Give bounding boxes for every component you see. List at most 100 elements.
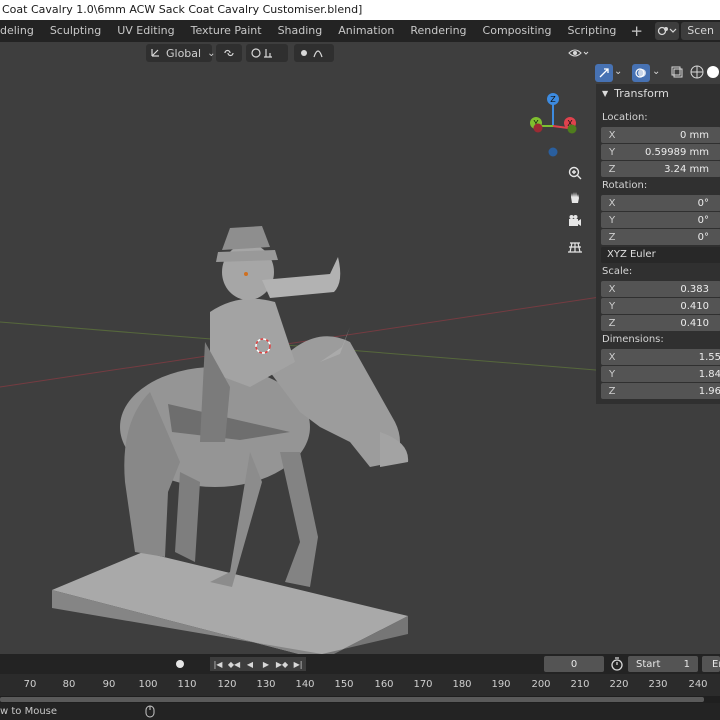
snap-button[interactable] (246, 44, 288, 62)
workspace-bar: deling Sculpting UV Editing Texture Pain… (0, 20, 720, 42)
jump-to-start-icon[interactable]: |◀ (210, 657, 226, 671)
frame-tick: 210 (570, 679, 590, 690)
proportional-edit-button[interactable] (294, 44, 334, 62)
snap-icon (251, 48, 272, 58)
grid-icon[interactable] (564, 236, 586, 258)
chevron-down-icon: ⌄ (207, 47, 216, 59)
frame-tick: 230 (648, 679, 668, 690)
timeline-ruler[interactable]: 70 80 90 100 110 120 130 140 150 160 170… (0, 674, 720, 696)
gizmo-toggle-button[interactable] (595, 64, 613, 82)
frame-tick: 100 (138, 679, 158, 690)
end-frame-field[interactable]: En (702, 656, 720, 672)
gizmo-icon (599, 68, 609, 78)
play-icon[interactable]: ▶ (258, 657, 274, 671)
frame-tick: 130 (256, 679, 276, 690)
orientation-label: Global (166, 46, 202, 60)
location-x-field[interactable]: X0 mm (601, 127, 720, 143)
frame-tick: 110 (177, 679, 197, 690)
viewport-header: Global ⌄ (0, 42, 720, 64)
status-text: w to Mouse (0, 706, 58, 717)
transform-orientation-icon (150, 46, 162, 61)
status-bar: w to Mouse (0, 703, 720, 720)
rotation-x-field[interactable]: X 0° (601, 195, 720, 211)
tab-sculpting[interactable]: Sculpting (42, 22, 109, 40)
chevron-down-icon[interactable]: ⌄ (614, 66, 622, 77)
transform-panel-header[interactable]: ▼ Transform (596, 84, 720, 102)
mouse-icon (145, 705, 155, 720)
tab-rendering[interactable]: Rendering (402, 22, 474, 40)
record-keyframe-icon[interactable] (172, 657, 188, 671)
transform-panel: ▼ Transform Location: X0 mm Y 0.59989 mm … (596, 84, 720, 404)
jump-to-end-icon[interactable]: ▶| (290, 657, 306, 671)
frame-tick: 180 (452, 679, 472, 690)
zoom-icon[interactable] (564, 162, 586, 184)
frame-tick: 200 (531, 679, 551, 690)
frame-tick: 220 (609, 679, 629, 690)
dimensions-y-field[interactable]: Y 1.84 (601, 366, 720, 382)
scale-label: Scale: (602, 266, 633, 277)
rotation-y-field[interactable]: Y 0° (601, 212, 720, 228)
gizmo-z-label: Z (550, 95, 556, 104)
dimensions-x-field[interactable]: X 1.55 (601, 349, 720, 365)
jump-to-keyframe-back-icon[interactable]: ◆◀ (226, 657, 242, 671)
overlay-icon (635, 68, 646, 78)
jump-to-keyframe-forward-icon[interactable]: ▶◆ (274, 657, 290, 671)
solid-shading-icon[interactable] (706, 65, 720, 81)
tab-modeling[interactable]: deling (0, 22, 42, 40)
start-label: Start (636, 658, 661, 670)
end-label: En (712, 658, 720, 670)
collapse-triangle-icon: ▼ (602, 88, 609, 98)
scale-x-field[interactable]: X 0.383 (601, 281, 720, 297)
camera-icon[interactable] (564, 210, 586, 232)
tab-scripting[interactable]: Scripting (559, 22, 624, 40)
add-workspace-button[interactable]: + (624, 22, 649, 40)
start-value: 1 (683, 658, 690, 670)
scale-y-field[interactable]: Y 0.410 (601, 298, 720, 314)
chevron-down-icon[interactable]: ⌄ (652, 66, 660, 77)
link-icon (224, 49, 234, 57)
location-label: Location: (602, 112, 648, 123)
window-title: Coat Cavalry 1.0\6mm ACW Sack Coat Caval… (0, 0, 720, 20)
navigation-gizmo[interactable]: Z Y X (520, 90, 590, 166)
eye-icon (568, 49, 589, 57)
timeline-scrollbar[interactable] (0, 696, 720, 703)
location-y-field[interactable]: Y 0.59989 mm (601, 144, 720, 160)
timeline-header: |◀ ◆◀ ◀ ▶ ▶◆ ▶| 0 Start 1 En (0, 654, 720, 674)
timeline-scrollbar-thumb[interactable] (0, 697, 704, 702)
play-reverse-icon[interactable]: ◀ (242, 657, 258, 671)
model-base (52, 552, 408, 654)
location-z-field[interactable]: Z 3.24 mm (601, 161, 720, 177)
wireframe-shading-icon[interactable] (690, 65, 706, 81)
rotation-label: Rotation: (602, 180, 648, 191)
tab-uv-editing[interactable]: UV Editing (109, 22, 182, 40)
frame-tick: 120 (217, 679, 237, 690)
frame-tick: 190 (491, 679, 511, 690)
start-frame-field[interactable]: Start 1 (628, 656, 698, 672)
orientation-dropdown[interactable]: Global ⌄ (146, 44, 216, 62)
proportional-edit-icon (301, 50, 323, 58)
xray-icon[interactable] (670, 65, 686, 81)
rotation-z-field[interactable]: Z 0° (601, 229, 720, 245)
rotation-mode-dropdown[interactable]: XYZ Euler (601, 247, 720, 263)
tab-animation[interactable]: Animation (330, 22, 402, 40)
scale-z-field[interactable]: Z 0.410 (601, 315, 720, 331)
frame-tick: 170 (413, 679, 433, 690)
stopwatch-icon[interactable] (610, 657, 624, 674)
tab-texture-paint[interactable]: Texture Paint (183, 22, 270, 40)
scene-selector-icon[interactable] (655, 22, 680, 40)
pivot-point-button[interactable] (216, 44, 242, 62)
visibility-dropdown[interactable] (566, 44, 592, 62)
scene-name-field[interactable]: Scen (681, 22, 720, 40)
frame-tick: 70 (23, 679, 37, 690)
tab-compositing[interactable]: Compositing (475, 22, 560, 40)
frame-tick: 80 (62, 679, 76, 690)
frame-tick: 90 (102, 679, 116, 690)
dimensions-z-field[interactable]: Z 1.96 (601, 383, 720, 399)
frame-tick: 150 (334, 679, 354, 690)
dimensions-label: Dimensions: (602, 334, 664, 345)
overlay-toggle-button[interactable] (632, 64, 650, 82)
current-frame-field[interactable]: 0 (544, 656, 604, 672)
frame-tick: 240 (688, 679, 708, 690)
hand-icon[interactable] (564, 186, 586, 208)
tab-shading[interactable]: Shading (270, 22, 331, 40)
